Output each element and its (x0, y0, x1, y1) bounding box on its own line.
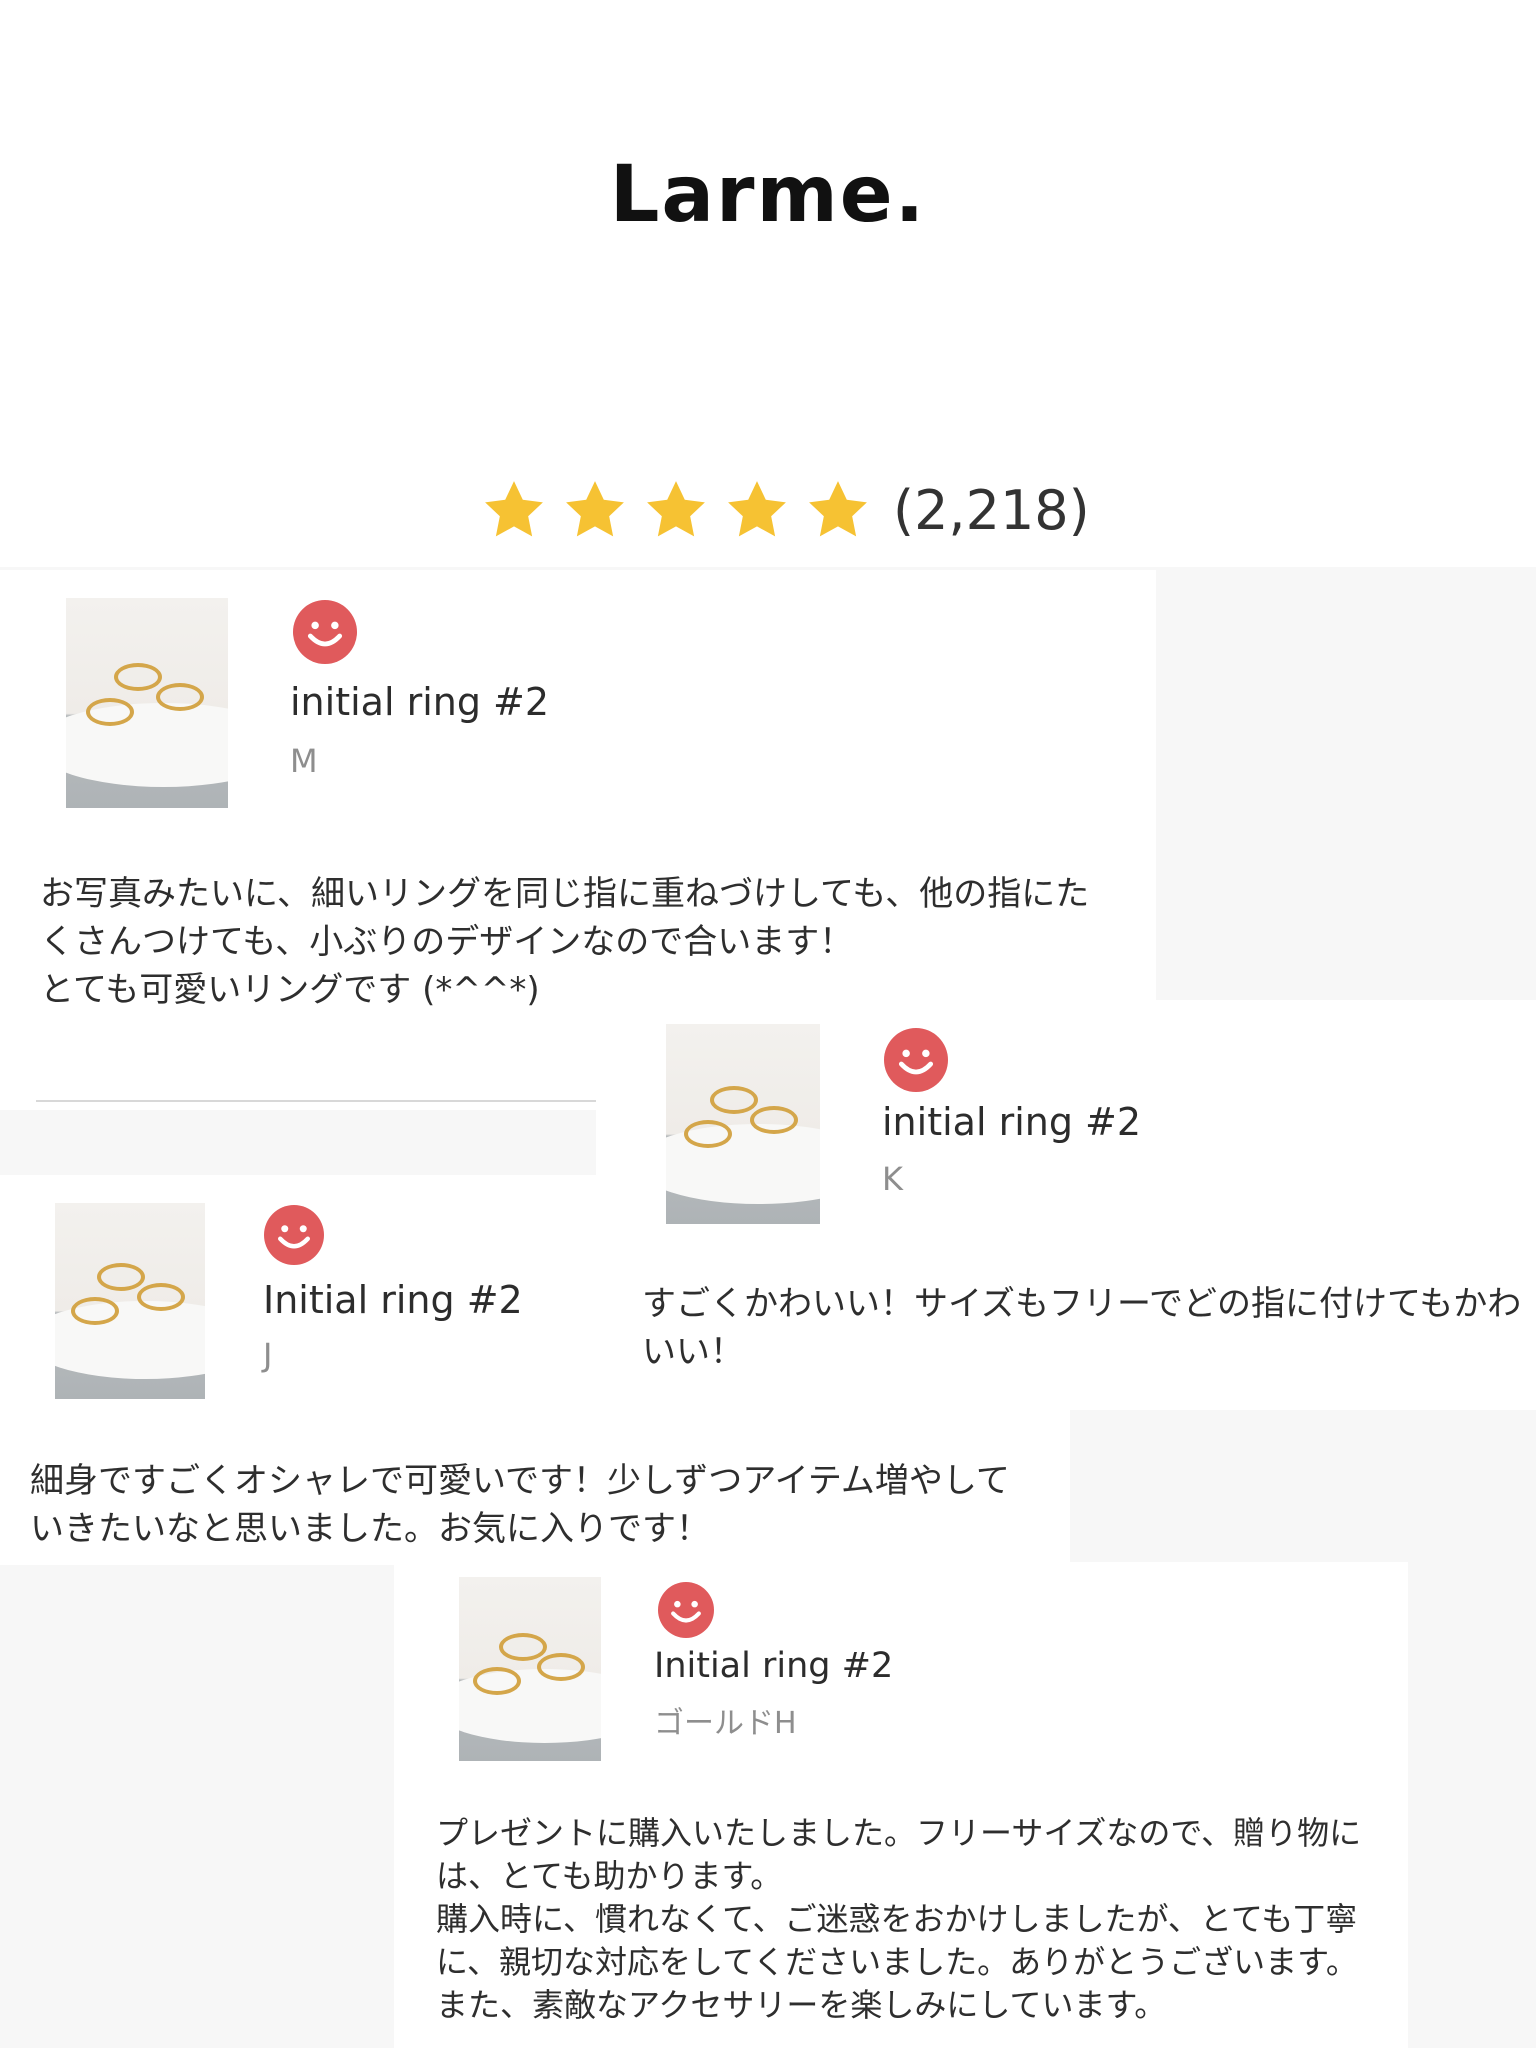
rating-count: (2,218) (893, 478, 1090, 542)
product-variant: ゴールドH (654, 1706, 797, 1741)
product-thumbnail[interactable] (459, 1577, 601, 1761)
review-card: Initial ring #2 ゴールドH プレゼントに購入いたしました。フリー… (394, 1562, 1408, 2048)
product-name: Initial ring #2 (263, 1278, 523, 1322)
review-text: お写真みたいに、細いリングを同じ指に重ねづけしても、他の指にたくさんつけても、小… (40, 874, 1090, 1010)
product-variant: M (290, 742, 318, 780)
star-icon (804, 476, 872, 544)
product-variant: K (882, 1160, 903, 1198)
star-icon (561, 476, 629, 544)
product-name: initial ring #2 (290, 680, 550, 724)
smile-icon (264, 1205, 324, 1265)
review-text: プレゼントに購入いたしました。フリーサイズなので、贈り物には、とても助かります。… (436, 1814, 1362, 2024)
product-name: Initial ring #2 (654, 1646, 894, 1686)
star-icon (642, 476, 710, 544)
product-thumbnail[interactable] (55, 1203, 205, 1399)
product-name: initial ring #2 (882, 1100, 1142, 1144)
divider (36, 1100, 596, 1102)
review-text: 細身ですごくオシャレで可愛いです！少しずつアイテム増やしていきたいなと思いました… (30, 1461, 1010, 1549)
brand-logo: Larme. (609, 150, 927, 240)
star-icon (723, 476, 791, 544)
review-text: すごくかわいい！サイズもフリーでどの指に付けてもかわいい！ (642, 1284, 1522, 1372)
product-thumbnail[interactable] (666, 1024, 820, 1224)
product-variant: J (263, 1336, 273, 1374)
smile-icon (884, 1028, 948, 1092)
rating-summary: (2,218) (480, 470, 1090, 550)
smile-icon (293, 600, 357, 664)
star-icon (480, 476, 548, 544)
smile-icon (658, 1582, 714, 1638)
product-thumbnail[interactable] (66, 598, 228, 808)
review-card: initial ring #2 K すごくかわいい！サイズもフリーでどの指に付け… (596, 1000, 1536, 1410)
